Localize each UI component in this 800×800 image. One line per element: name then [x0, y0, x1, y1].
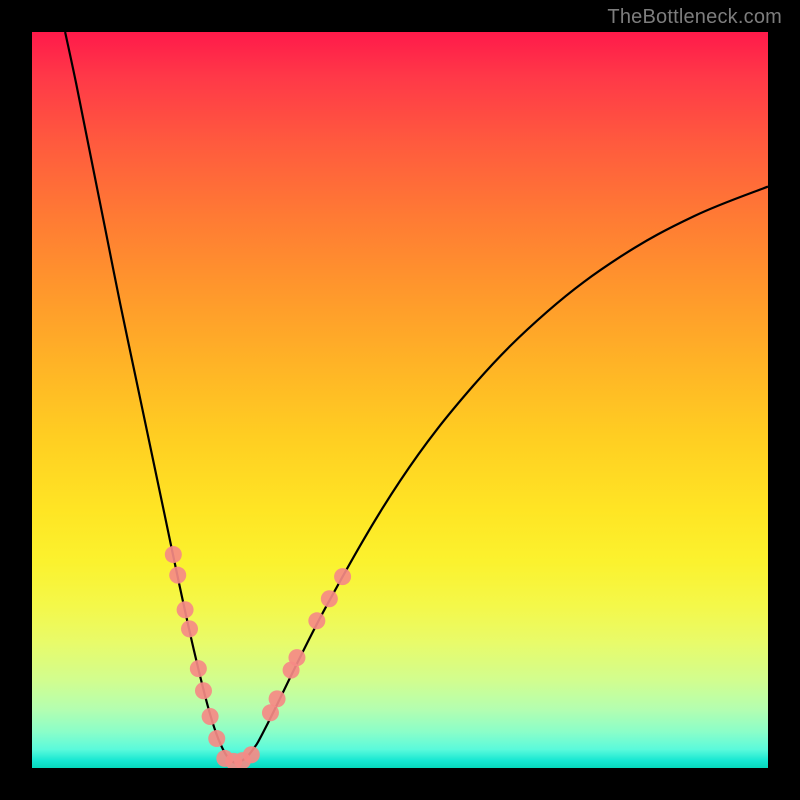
data-marker [195, 682, 212, 699]
data-marker [288, 649, 305, 666]
data-marker [208, 730, 225, 747]
data-marker [321, 590, 338, 607]
bottleneck-curve-path [65, 32, 768, 763]
data-marker [243, 746, 260, 763]
markers-layer [165, 546, 351, 768]
data-marker [169, 567, 186, 584]
data-marker [177, 601, 194, 618]
data-marker [202, 708, 219, 725]
data-marker [181, 620, 198, 637]
data-marker [334, 568, 351, 585]
plot-area [32, 32, 768, 768]
chart-frame: TheBottleneck.com [0, 0, 800, 800]
curve-layer [65, 32, 768, 763]
data-marker [165, 546, 182, 563]
chart-svg [32, 32, 768, 768]
data-marker [190, 660, 207, 677]
data-marker [269, 690, 286, 707]
watermark-text: TheBottleneck.com [607, 6, 782, 29]
data-marker [308, 612, 325, 629]
